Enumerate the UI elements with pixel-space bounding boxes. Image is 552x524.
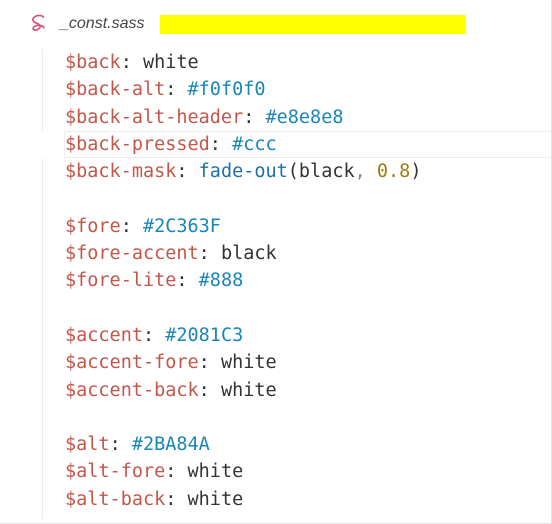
code-line[interactable]: $alt-back: white: [0, 486, 551, 513]
value: #e8e8e8: [265, 106, 344, 128]
value: black: [220, 243, 277, 265]
variable-name: $fore: [65, 215, 121, 237]
separator: :: [165, 461, 188, 483]
code-line[interactable]: $back-alt-header: #e8e8e8: [0, 104, 551, 131]
separator: :: [176, 161, 199, 183]
value: #f0f0f0: [187, 79, 266, 101]
value: #ccc: [232, 133, 277, 155]
separator: :: [243, 106, 266, 128]
editor-window: _const.sass $back: white $back-alt: #f0f…: [0, 0, 552, 524]
code-line[interactable]: $back: white: [0, 49, 551, 76]
separator: :: [109, 434, 132, 456]
sass-icon: [32, 14, 45, 32]
code-line[interactable]: $fore-lite: #888: [0, 267, 551, 294]
number-arg: 0.8: [365, 161, 411, 183]
variable-name: $fore-accent: [65, 243, 199, 265]
code-area[interactable]: $back: white $back-alt: #f0f0f0 $back-al…: [0, 49, 551, 513]
code-line[interactable]: $back-mask: fade-out(black, 0.8): [0, 158, 551, 185]
variable-name: $alt-back: [65, 488, 166, 510]
separator: :: [198, 243, 221, 265]
separator: :: [142, 324, 166, 346]
variable-name: $alt-fore: [65, 461, 166, 483]
value: white: [142, 52, 199, 73]
variable-name: $accent-fore: [65, 352, 199, 374]
value: white: [187, 461, 244, 483]
variable-name: $fore-lite: [65, 270, 177, 292]
file-tab[interactable]: _const.sass: [0, 0, 551, 46]
code-line[interactable]: $alt-fore: white: [0, 458, 551, 485]
value: white: [187, 488, 244, 510]
variable-name: $accent: [65, 324, 143, 346]
separator: :: [165, 79, 188, 101]
variable-name: $back: [65, 52, 121, 73]
value: white: [220, 352, 277, 374]
code-line[interactable]: $accent-fore: white: [0, 349, 551, 376]
function-arg: black: [298, 161, 355, 183]
variable-name: $back-alt-header: [65, 106, 244, 128]
code-line[interactable]: $fore-accent: black: [0, 240, 551, 267]
function-name: fade-out: [198, 161, 288, 183]
code-line[interactable]: $back-alt: #f0f0f0: [0, 76, 551, 103]
separator: :: [209, 133, 233, 155]
blank-line[interactable]: [0, 185, 551, 212]
value: #2BA84A: [131, 434, 210, 456]
code-line-current[interactable]: $back-pressed: #ccc: [0, 130, 551, 159]
value: #2C363F: [142, 215, 221, 237]
redaction-bar: [160, 15, 466, 34]
separator: :: [198, 352, 221, 374]
paren-open: (: [287, 161, 299, 183]
variable-name: $back-pressed: [65, 133, 210, 155]
code-line[interactable]: $fore: #2C363F: [0, 213, 551, 240]
value: #888: [198, 270, 244, 292]
comma: ,: [354, 161, 366, 183]
separator: :: [198, 379, 221, 401]
variable-name: $accent-back: [65, 379, 199, 401]
separator: :: [120, 215, 143, 237]
blank-line[interactable]: [0, 295, 551, 322]
separator: :: [176, 270, 199, 292]
blank-line[interactable]: [0, 404, 551, 431]
variable-name: $back-alt: [65, 79, 166, 101]
value: white: [220, 379, 277, 401]
code-line[interactable]: $accent: #2081C3: [0, 322, 551, 349]
paren-close: ): [410, 161, 422, 183]
value: #2081C3: [165, 324, 244, 346]
variable-name: $back-mask: [65, 161, 177, 183]
separator: :: [165, 488, 188, 510]
code-line[interactable]: $accent-back: white: [0, 377, 551, 404]
code-line[interactable]: $alt: #2BA84A: [0, 431, 551, 458]
file-name: _const.sass: [60, 15, 145, 32]
variable-name: $alt: [65, 434, 110, 456]
separator: :: [120, 52, 143, 73]
